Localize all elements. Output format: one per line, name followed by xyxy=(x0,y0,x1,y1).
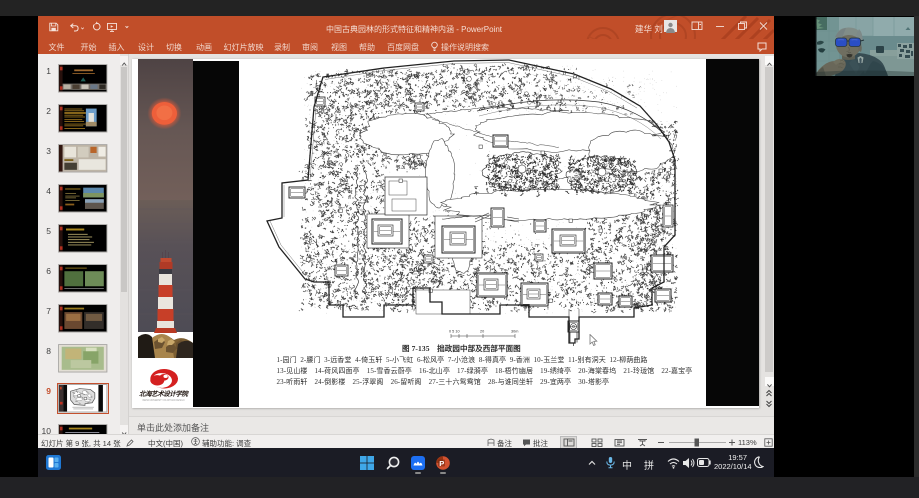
svg-text:20: 20 xyxy=(480,330,484,334)
svg-text:北海艺术设计学院: 北海艺术设计学院 xyxy=(139,390,190,398)
svg-text:0 5 10: 0 5 10 xyxy=(449,330,460,334)
svg-text:P: P xyxy=(439,459,444,468)
svg-text:30m: 30m xyxy=(511,330,518,334)
svg-text:BEIHAI UNIVERSITY OF ART AND D: BEIHAI UNIVERSITY OF ART AND DESIGN xyxy=(143,399,185,402)
